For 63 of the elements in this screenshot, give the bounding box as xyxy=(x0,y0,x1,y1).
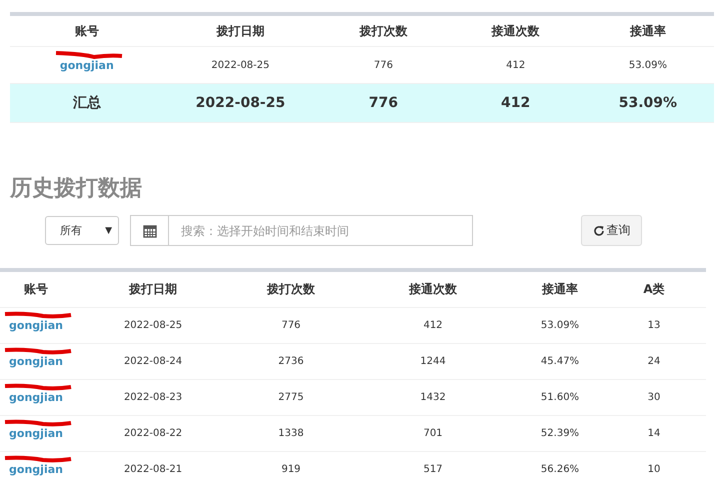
total-cell: 412 xyxy=(501,95,530,111)
table-cell: 1338 xyxy=(278,428,304,439)
table-cell: 45.47% xyxy=(540,356,580,367)
table-cell: 53.09% xyxy=(628,60,667,70)
total-cell: 776 xyxy=(368,95,398,111)
table-cell: 412 xyxy=(423,320,443,331)
table-cell: 51.60% xyxy=(540,392,580,403)
table-cell: 56.26% xyxy=(540,464,580,475)
column-header: 拨打次数 xyxy=(267,281,315,298)
table-cell: 2022-08-25 xyxy=(211,60,270,70)
table-cell: 517 xyxy=(423,464,443,475)
table-cell: 30 xyxy=(648,392,660,403)
table-cell: 14 xyxy=(648,428,660,439)
table-cell: 2022-08-24 xyxy=(124,356,182,367)
table-cell: 776 xyxy=(374,60,393,70)
table-cell: 412 xyxy=(506,60,526,70)
redaction-mark xyxy=(54,50,124,58)
table-cell: 52.39% xyxy=(540,428,580,439)
table-cell: 2022-08-21 xyxy=(124,464,182,475)
account-link[interactable]: gongjian xyxy=(9,391,63,404)
column-header: 接通率 xyxy=(630,22,666,40)
column-header: 拨打日期 xyxy=(129,281,177,298)
column-header: 接通次数 xyxy=(492,22,540,40)
table-cell: 1432 xyxy=(420,392,446,403)
redaction-mark xyxy=(3,347,74,355)
query-button[interactable]: 查询 xyxy=(581,215,642,246)
total-cell: 53.09% xyxy=(618,95,678,111)
calendar-icon xyxy=(142,224,156,238)
table-cell: 776 xyxy=(281,320,301,331)
column-header: 接通次数 xyxy=(409,281,457,298)
column-header: 账号 xyxy=(74,22,99,40)
total-cell: 汇总 xyxy=(72,94,101,112)
table-cell: 13 xyxy=(648,320,660,331)
account-link[interactable]: gongjian xyxy=(9,463,63,476)
total-cell: 2022-08-25 xyxy=(196,95,286,111)
table-cell: 2775 xyxy=(278,392,304,403)
table-cell: 2022-08-22 xyxy=(124,428,182,439)
table-cell: 2022-08-25 xyxy=(124,320,182,331)
table-cell: 2022-08-23 xyxy=(124,392,182,403)
table-cell: 10 xyxy=(648,464,660,475)
filter-dropdown[interactable]: 所有 ▼ xyxy=(45,216,119,245)
table-cell: 24 xyxy=(648,356,660,367)
column-header: 拨打日期 xyxy=(216,22,264,40)
date-range-field[interactable]: 搜索：选择开始时间和结束时间 xyxy=(169,215,473,246)
table-cell: 919 xyxy=(281,464,301,475)
account-link[interactable]: gongjian xyxy=(9,355,63,368)
redaction-mark xyxy=(3,383,74,391)
column-header: 接通率 xyxy=(542,281,578,298)
column-header: A类 xyxy=(643,281,665,298)
table-cell: 701 xyxy=(423,428,443,439)
section-title: 历史拨打数据 xyxy=(10,175,143,203)
column-header: 账号 xyxy=(24,281,48,298)
table-cell: 53.09% xyxy=(540,320,580,331)
redaction-mark xyxy=(3,311,74,319)
account-link[interactable]: gongjian xyxy=(9,427,63,440)
refresh-icon xyxy=(592,224,604,236)
column-header: 拨打次数 xyxy=(359,22,408,40)
table-cell: 2736 xyxy=(278,356,304,367)
account-link[interactable]: gongjian xyxy=(9,319,63,332)
account-link[interactable]: gongjian xyxy=(60,58,114,72)
table-cell: 1244 xyxy=(420,356,446,367)
redaction-mark xyxy=(3,419,74,427)
redaction-mark xyxy=(3,455,74,463)
